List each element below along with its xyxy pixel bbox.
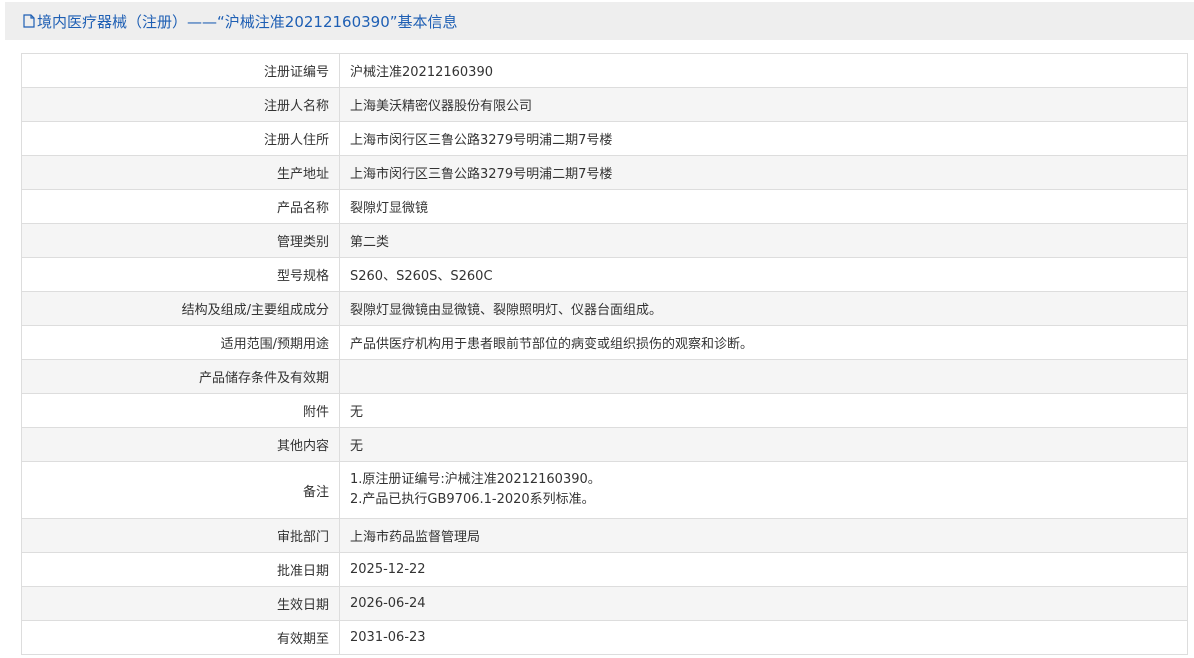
table-row: 注册人住所 上海市闵行区三鲁公路3279号明浦二期7号楼 xyxy=(21,121,1188,156)
row-label: 有效期至 xyxy=(21,620,340,655)
row-label: 其他内容 xyxy=(21,427,340,462)
row-value: 产品供医疗机构用于患者眼前节部位的病变或组织损伤的观察和诊断。 xyxy=(339,325,1188,360)
row-label: 产品储存条件及有效期 xyxy=(21,359,340,394)
table-row: 注册人名称 上海美沃精密仪器股份有限公司 xyxy=(21,87,1188,122)
row-label: 生效日期 xyxy=(21,586,340,621)
row-value: 上海市药品监督管理局 xyxy=(339,518,1188,553)
row-value: 上海美沃精密仪器股份有限公司 xyxy=(339,87,1188,122)
row-value: 第二类 xyxy=(339,223,1188,258)
row-label: 结构及组成/主要组成成分 xyxy=(21,291,340,326)
row-value: 裂隙灯显微镜 xyxy=(339,189,1188,224)
table-row: 有效期至 2031-06-23 xyxy=(21,620,1188,655)
row-value: 沪械注准20212160390 xyxy=(339,53,1188,88)
row-value: 无 xyxy=(339,393,1188,428)
table-row: 管理类别 第二类 xyxy=(21,223,1188,258)
row-value: 上海市闵行区三鲁公路3279号明浦二期7号楼 xyxy=(339,155,1188,190)
row-label: 适用范围/预期用途 xyxy=(21,325,340,360)
row-value xyxy=(339,359,1188,394)
table-row: 备注 1.原注册证编号:沪械注准20212160390。 2.产品已执行GB97… xyxy=(21,461,1188,519)
row-label: 产品名称 xyxy=(21,189,340,224)
table-row: 生产地址 上海市闵行区三鲁公路3279号明浦二期7号楼 xyxy=(21,155,1188,190)
row-label: 管理类别 xyxy=(21,223,340,258)
table-row: 产品储存条件及有效期 xyxy=(21,359,1188,394)
page: 境内医疗器械（注册）——“沪械注准20212160390”基本信息 注册证编号 … xyxy=(0,0,1194,658)
table-row: 结构及组成/主要组成成分 裂隙灯显微镜由显微镜、裂隙照明灯、仪器台面组成。 xyxy=(21,291,1188,326)
remark-line-1: 1.原注册证编号:沪械注准20212160390。 xyxy=(350,472,601,487)
table-row: 其他内容 无 xyxy=(21,427,1188,462)
row-value: 1.原注册证编号:沪械注准20212160390。 2.产品已执行GB9706.… xyxy=(339,461,1188,519)
row-value: 上海市闵行区三鲁公路3279号明浦二期7号楼 xyxy=(339,121,1188,156)
row-label: 注册证编号 xyxy=(21,53,340,88)
row-label: 审批部门 xyxy=(21,518,340,553)
table-row: 型号规格 S260、S260S、S260C xyxy=(21,257,1188,292)
row-value: 2025-12-22 xyxy=(339,552,1188,587)
row-label: 注册人名称 xyxy=(21,87,340,122)
table-row: 注册证编号 沪械注准20212160390 xyxy=(21,53,1188,88)
page-header: 境内医疗器械（注册）——“沪械注准20212160390”基本信息 xyxy=(5,2,1194,40)
row-label: 备注 xyxy=(21,461,340,519)
table-row: 批准日期 2025-12-22 xyxy=(21,552,1188,587)
table-row: 适用范围/预期用途 产品供医疗机构用于患者眼前节部位的病变或组织损伤的观察和诊断… xyxy=(21,325,1188,360)
remark-line-2: 2.产品已执行GB9706.1-2020系列标准。 xyxy=(350,492,595,507)
row-value: S260、S260S、S260C xyxy=(339,257,1188,292)
row-value: 2026-06-24 xyxy=(339,586,1188,621)
row-value: 2031-06-23 xyxy=(339,620,1188,655)
row-label: 型号规格 xyxy=(21,257,340,292)
document-icon xyxy=(23,14,35,28)
row-value: 无 xyxy=(339,427,1188,462)
row-label: 注册人住所 xyxy=(21,121,340,156)
table-row: 审批部门 上海市药品监督管理局 xyxy=(21,518,1188,553)
page-title: 境内医疗器械（注册）——“沪械注准20212160390”基本信息 xyxy=(37,12,458,31)
table-row: 附件 无 xyxy=(21,393,1188,428)
row-label: 附件 xyxy=(21,393,340,428)
table-row: 产品名称 裂隙灯显微镜 xyxy=(21,189,1188,224)
row-label: 生产地址 xyxy=(21,155,340,190)
info-table: 注册证编号 沪械注准20212160390 注册人名称 上海美沃精密仪器股份有限… xyxy=(21,53,1188,655)
row-label: 批准日期 xyxy=(21,552,340,587)
table-row: 生效日期 2026-06-24 xyxy=(21,586,1188,621)
row-value: 裂隙灯显微镜由显微镜、裂隙照明灯、仪器台面组成。 xyxy=(339,291,1188,326)
